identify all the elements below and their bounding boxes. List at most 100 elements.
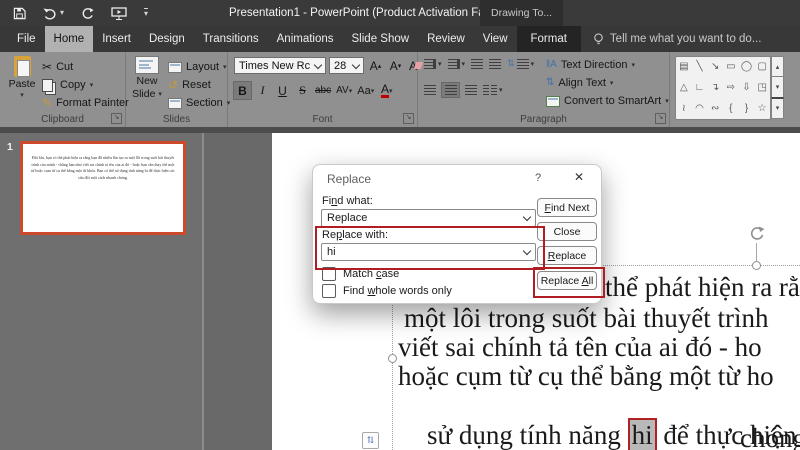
tab-format[interactable]: Format (516, 26, 581, 52)
reset-button[interactable]: ↺ Reset (168, 76, 230, 94)
tab-home[interactable]: Home (44, 26, 94, 52)
down-arrow-shape[interactable]: ⇩ (742, 82, 750, 93)
gallery-scroll-up-button[interactable]: ▴ (771, 56, 784, 78)
bold-button[interactable]: B (233, 81, 252, 100)
new-slide-label1: New (136, 75, 158, 87)
italic-button[interactable]: I (254, 82, 271, 99)
slide-text-segment: sử dụng tính năng (427, 420, 628, 450)
save-icon[interactable] (13, 7, 26, 20)
strikethrough-button[interactable]: abc (314, 82, 332, 99)
find-what-combobox[interactable]: Replace (321, 209, 536, 227)
elbow-connector-shape[interactable]: ∟ (695, 82, 705, 93)
whole-words-label[interactable]: Find whole words only (343, 285, 452, 297)
triangle-shape[interactable]: △ (680, 82, 688, 93)
group-label-clipboard: Clipboard (41, 114, 84, 125)
shrink-font-button[interactable]: A ▾ (387, 57, 404, 74)
tell-me-box[interactable]: Tell me what you want to do... (593, 26, 761, 52)
slide-thumbnail[interactable]: Đôi khi, bạn có thể phát hiện ra rằng bạ… (20, 141, 186, 235)
character-spacing-button[interactable]: AV ▾ (335, 82, 353, 99)
underline-button[interactable]: U (274, 82, 291, 99)
strikethrough-shadow-button[interactable]: S (294, 82, 311, 99)
match-case-label[interactable]: Match case (343, 268, 399, 280)
left-brace-shape[interactable]: { (729, 103, 732, 114)
grow-font-button[interactable]: A ▴ (367, 57, 384, 74)
clipboard-dialog-launcher[interactable]: ↘ (111, 113, 122, 124)
group-label-font: Font (312, 114, 333, 125)
copy-button[interactable]: Copy ▾ (42, 76, 129, 94)
undo-caret-icon[interactable]: ▾ (60, 9, 64, 17)
gallery-scroll-down-button[interactable]: ▾ (771, 76, 784, 98)
redo-repeat-button[interactable] (81, 7, 94, 20)
star-shape[interactable]: ☆ (758, 103, 767, 114)
elbow-arrow-connector-shape[interactable]: ↴ (711, 82, 719, 93)
tab-animations[interactable]: Animations (268, 26, 343, 52)
start-slideshow-button[interactable] (111, 6, 127, 20)
tab-design[interactable]: Design (140, 26, 194, 52)
find-next-button[interactable]: Find Next (537, 198, 597, 217)
decrease-indent-button[interactable] (471, 58, 484, 69)
textbox-top-handle[interactable] (752, 261, 761, 270)
close-button[interactable]: Close (537, 222, 597, 241)
textbox-left-handle[interactable] (388, 354, 397, 363)
layout-button[interactable]: Layout ▾ (168, 58, 230, 76)
tab-insert[interactable]: Insert (93, 26, 140, 52)
line-shape[interactable]: ╲ (696, 62, 702, 72)
find-what-value: Replace (327, 212, 368, 224)
slide-text-line: một lôi trong suốt bài thuyết trình (404, 303, 769, 333)
contextual-tab-group-drawing-tools[interactable]: Drawing To... (480, 0, 564, 26)
section-button[interactable]: Section ▾ (168, 94, 230, 112)
font-color-button[interactable]: A ▾ (378, 82, 395, 99)
scribble-shape[interactable]: ≀ (682, 103, 686, 114)
tab-transitions[interactable]: Transitions (194, 26, 268, 52)
replace-button[interactable]: Replace (537, 246, 597, 265)
replace-all-button[interactable]: Replace All (537, 271, 597, 290)
close-icon[interactable]: ✕ (574, 170, 584, 184)
shrink-font-arrow-icon: ▾ (397, 62, 402, 70)
font-name-combobox[interactable]: Times New Rc (234, 57, 326, 74)
numbering-button[interactable]: ▾ (447, 58, 465, 69)
align-text-button[interactable]: ⇅ Align Text ▾ (546, 74, 669, 92)
new-slide-caret-icon: ▾ (158, 91, 162, 98)
right-arrow-shape[interactable]: ⇨ (727, 82, 735, 93)
arrow-shape[interactable]: ↘ (711, 62, 719, 72)
tab-slide-show[interactable]: Slide Show (343, 26, 419, 52)
arc-shape[interactable]: ◠ (695, 103, 704, 114)
rectangle-shape[interactable]: ▭ (726, 62, 735, 72)
whole-words-checkbox[interactable] (322, 284, 336, 298)
cut-button[interactable]: ✂ Cut (42, 58, 129, 76)
paste-button[interactable]: Paste ▾ (4, 56, 40, 99)
replace-with-combobox[interactable]: hi (321, 243, 536, 261)
gallery-more-button[interactable]: ▾ (771, 96, 784, 119)
columns-button[interactable]: ▾ (483, 85, 503, 95)
new-slide-button[interactable]: New Slide ▾ (129, 56, 165, 100)
paragraph-dialog-launcher[interactable]: ↘ (655, 113, 666, 124)
align-center-button[interactable] (441, 82, 460, 98)
tab-file[interactable]: File (8, 26, 45, 52)
help-icon[interactable]: ? (535, 172, 541, 184)
bullets-button[interactable]: ▾ (424, 58, 442, 69)
format-painter-button[interactable]: ✎ Format Painter (42, 94, 129, 112)
convert-to-smartart-button[interactable]: Convert to SmartArt ▾ (546, 92, 669, 110)
tab-review[interactable]: Review (418, 26, 474, 52)
font-dialog-launcher[interactable]: ↘ (403, 113, 414, 124)
font-size-combobox[interactable]: 28 (329, 57, 364, 74)
section-icon (168, 97, 182, 109)
text-box-shape[interactable]: ▤ (679, 62, 688, 72)
change-case-button[interactable]: Aa ▾ (356, 82, 375, 99)
tab-view[interactable]: View (474, 26, 517, 52)
align-right-button[interactable] (465, 85, 477, 95)
align-left-button[interactable] (424, 85, 436, 95)
undo-button[interactable]: ▾ (43, 7, 64, 20)
autofit-options-button[interactable]: ⇅ (362, 432, 379, 449)
increase-indent-button[interactable] (489, 58, 502, 69)
right-brace-shape[interactable]: } (745, 103, 748, 114)
rounded-rectangle-shape[interactable]: ▢ (757, 62, 766, 72)
snip-corner-shape[interactable]: ◳ (757, 82, 766, 93)
customize-qat-button[interactable]: ▾ (144, 8, 149, 18)
oval-shape[interactable]: ◯ (741, 62, 752, 72)
text-direction-button[interactable]: ‖A Text Direction ▾ (546, 56, 669, 74)
match-case-checkbox[interactable] (322, 267, 336, 281)
rotate-handle-icon[interactable] (749, 226, 765, 241)
curve-shape[interactable]: ∾ (711, 103, 719, 114)
line-spacing-button[interactable]: ⇅ ▾ (507, 58, 534, 69)
